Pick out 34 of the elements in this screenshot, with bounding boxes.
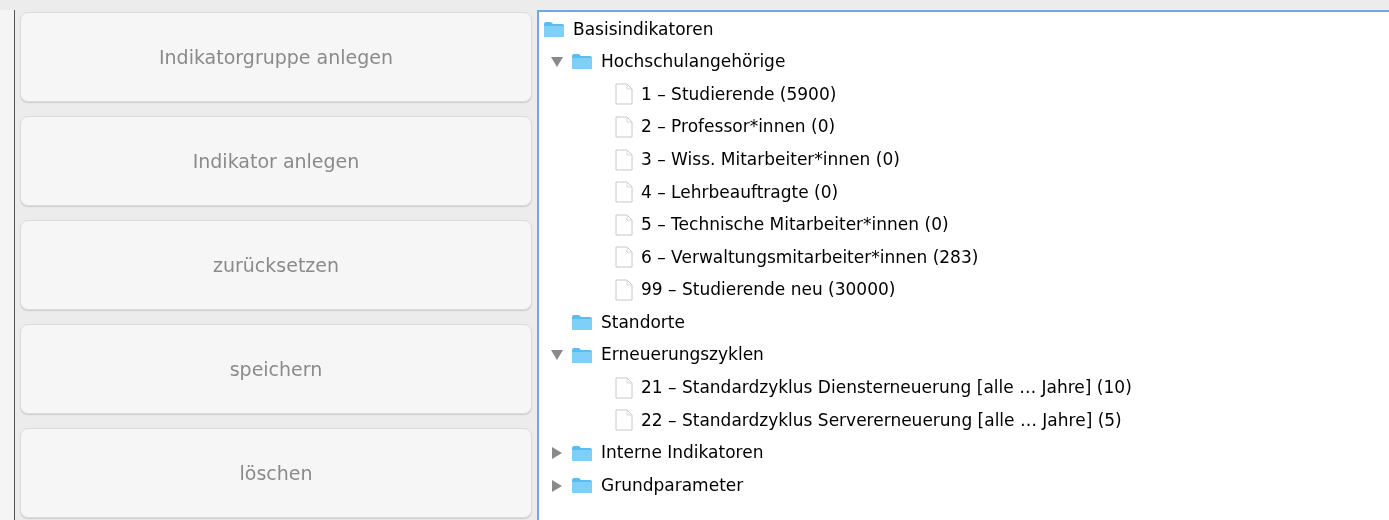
collapsed-caret-icon[interactable] [551,447,563,459]
document-icon [615,181,633,204]
tree-item-label[interactable]: 6 – Verwaltungsmitarbeiter*innen (283) [641,244,979,271]
tree-item-label[interactable]: Hochschulangehörige [601,49,786,75]
document-icon [615,213,633,236]
tree-item-label[interactable]: 99 – Studierende neu (30000) [641,277,896,303]
folder-icon [571,53,593,71]
folder-icon [571,314,593,332]
tree-item-label[interactable]: 22 – Standardzyklus Servererneuerung [alle … Jahre] (5) [641,407,1122,434]
folder-icon [571,477,593,495]
tree-item-label[interactable]: Basisindikatoren [573,16,714,43]
folder-icon [571,346,593,364]
tree-item-label[interactable]: 1 – Studierende (5900) [641,81,837,108]
document-icon [615,246,633,269]
folder-icon [571,444,593,462]
tree-item-label[interactable]: Grundparameter [601,472,744,499]
document-icon [615,376,633,399]
tree-item-label[interactable]: 3 – Wiss. Mitarbeiter*innen (0) [641,146,900,173]
tree-item-label[interactable]: Standorte [601,309,685,336]
collapsed-caret-icon[interactable] [551,479,563,492]
document-icon [615,83,633,106]
tree-item-label[interactable]: 4 – Lehrbeauftragte (0) [641,179,839,205]
tree-item-label[interactable]: 21 – Standardzyklus Diensterneuerung [alle … Jahre] (10) [641,375,1132,401]
expanded-caret-icon[interactable] [551,55,563,68]
folder-icon [543,20,565,38]
document-icon [615,279,633,302]
tree-item-label[interactable]: Interne Indikatoren [601,440,764,466]
expanded-caret-icon[interactable] [551,349,563,362]
document-icon [615,116,633,139]
document-icon [615,409,633,432]
tree-item-label[interactable]: 2 – Professor*innen (0) [641,114,836,140]
tree-item-label[interactable]: Erneuerungszyklen [601,342,764,368]
document-icon [615,148,633,171]
tree-item-label[interactable]: 5 – Technische Mitarbeiter*innen (0) [641,212,949,238]
